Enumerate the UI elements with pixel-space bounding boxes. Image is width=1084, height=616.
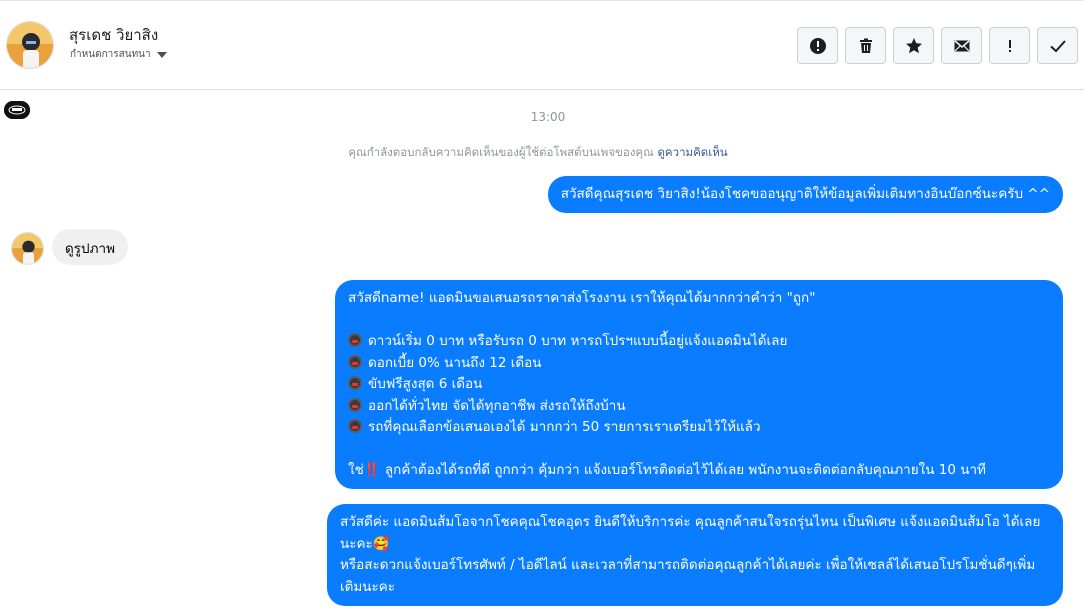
comment-reply-notice: คุณกำลังตอบกลับความคิดเห็นของผู้ใช้ต่อโพ… [0,144,1076,162]
follow-up-button[interactable] [989,27,1030,64]
message-line: ขับฟรีสูงสุด 6 เดือน [348,374,1050,396]
outgoing-message[interactable]: สวัสดีname! แอดมินขอเสนอรถราคาส่งโรงงาน … [335,280,1063,489]
alert-circle-icon [809,37,826,54]
delete-button[interactable] [845,27,886,64]
conversation-settings[interactable]: กำหนดการสนทนา [70,47,167,62]
notice-text: คุณกำลังตอบกลับความคิดเห็นของผู้ใช้ต่อโพ… [348,145,658,159]
contact-avatar[interactable] [6,21,54,69]
message-line-text: ดอกเบี้ย 0% นานถึง 12 เดือน [368,354,542,371]
message-line: รถที่คุณเลือกข้อเสนอเองได้ มากกว่า 50 รา… [348,417,1050,439]
view-comment-link[interactable]: ดูความคิดเห็น [657,145,727,159]
car-emoji-icon [348,354,362,369]
message-line-text: ลูกค้าต้องได้รถที่ดี ถูกกว่า คุ้มกว่า แจ… [380,462,986,478]
mark-unread-button[interactable] [941,27,982,64]
car-emoji-icon [348,397,362,412]
message-line: ดอกเบี้ย 0% นานถึง 12 เดือน [348,353,1050,375]
car-emoji-icon [348,333,362,347]
car-emoji-icon [348,376,362,390]
header-actions [797,27,1078,64]
exclamation-icon [1008,39,1011,52]
contact-name[interactable]: สุรเดช วิยาสิง [69,23,158,47]
message-paragraph: หรือสะดวกแจ้งเบอร์โทรศัพท์ / ไอดีไลน์ แล… [340,557,1036,595]
message-line-text: ดาวน์เริ่ม 0 บาท หรือรับรถ 0 บาท หารถโปร… [368,333,788,349]
message-line-text: ขับฟรีสูงสุด 6 เดือน [368,376,483,392]
message-line-text: ออกได้ทั่วไทย จัดได้ทุกอาชีพ ส่งรถให้ถึง… [368,397,626,414]
conversation-header: สุรเดช วิยาสิง กำหนดการสนทนา [0,0,1084,90]
message-line-text: รถที่คุณเลือกข้อเสนอเองได้ มากกว่า 50 รา… [368,419,761,435]
conversation-settings-label: กำหนดการสนทนา [70,49,151,60]
contact-avatar-small[interactable] [11,232,44,265]
message-timestamp: 13:00 [530,110,566,124]
outgoing-message[interactable]: สวัสดีคุณสุรเดช วิยาสิง!น้องโชคขออนุญาติ… [547,176,1063,213]
mail-icon [954,39,969,51]
message-line: ดาวน์เริ่ม 0 บาท หรือรับรถ 0 บาท หารถโปร… [348,331,1050,353]
caret-down-icon [156,51,167,58]
incoming-message[interactable]: ดูรูปภาพ [52,229,128,265]
star-button[interactable] [893,27,934,64]
trash-icon [859,38,872,53]
double-exclamation-icon: ‼️ [363,462,381,478]
message-line: ออกได้ทั่วไทย จัดได้ทุกอาชีพ ส่งรถให้ถึง… [348,396,1050,418]
message-line: ใช่‼️ ลูกค้าต้องได้รถที่ดี ถูกกว่า คุ้มก… [348,460,1050,482]
check-icon [1049,39,1066,52]
outgoing-message[interactable]: สวัสดีค่ะ แอดมินส้มโอจากโชคคุณโชคอุดร ยิ… [327,504,1063,606]
message-paragraph: สวัสดีค่ะ แอดมินส้มโอจากโชคคุณโชคอุดร ยิ… [340,514,1041,552]
message-line-text: ใช่ [348,462,364,478]
car-emoji-icon [348,419,362,433]
star-icon [905,37,922,53]
message-line: สวัสดีname! แอดมินขอเสนอรถราคาส่งโรงงาน … [348,290,816,306]
report-button[interactable] [797,27,838,64]
done-button[interactable] [1037,27,1078,64]
